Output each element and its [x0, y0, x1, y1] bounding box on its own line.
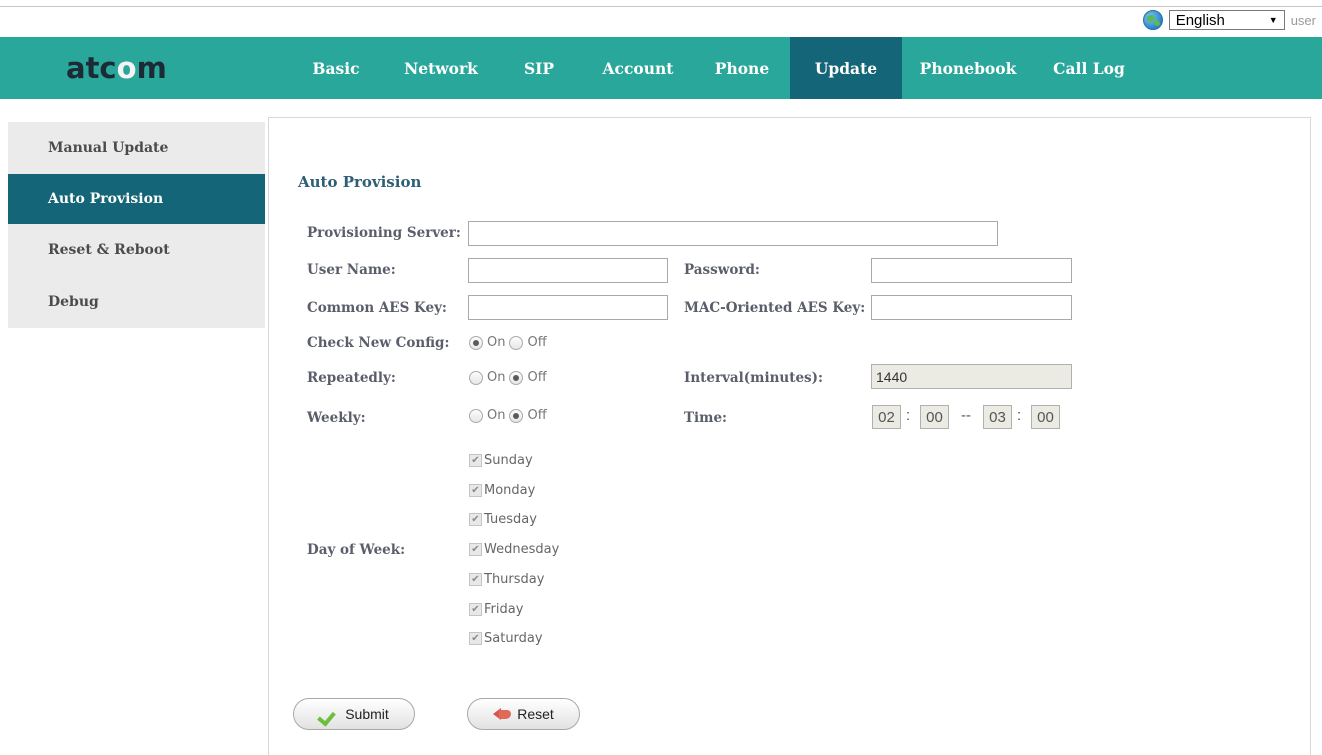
- language-bar: English ▼ user: [1142, 9, 1316, 31]
- repeatedly-off-label: Off: [527, 370, 547, 385]
- thursday-checkbox[interactable]: ✔: [469, 573, 482, 586]
- weekly-on-radio[interactable]: [469, 408, 483, 423]
- repeatedly-on-label: On: [487, 370, 506, 385]
- monday-checkbox[interactable]: ✔: [469, 484, 482, 497]
- sidebar: Manual Update Auto Provision Reset & Reb…: [8, 122, 265, 328]
- day-thursday: ✔ Thursday: [469, 572, 544, 587]
- language-select[interactable]: English ▼: [1168, 10, 1285, 30]
- interval-input[interactable]: [871, 364, 1072, 389]
- nav-network[interactable]: Network: [386, 37, 496, 99]
- day-tuesday: ✔ Tuesday: [469, 512, 537, 527]
- submit-button[interactable]: Submit: [293, 698, 415, 730]
- language-select-value: English: [1175, 11, 1225, 29]
- day-of-week-label: Day of Week:: [307, 542, 406, 558]
- check-new-config-radio-group: On Off: [469, 335, 547, 350]
- main-nav: Basic Network SIP Account Phone Update P…: [286, 37, 1144, 99]
- nav-call-log[interactable]: Call Log: [1034, 37, 1144, 99]
- check-new-config-off-radio[interactable]: [509, 335, 524, 350]
- time-colon-1: :: [906, 407, 911, 424]
- check-new-config-on-radio[interactable]: [469, 335, 483, 350]
- password-input[interactable]: [871, 258, 1072, 283]
- common-aes-key-input[interactable]: [468, 295, 668, 320]
- common-aes-key-label: Common AES Key:: [307, 300, 447, 316]
- time-label: Time:: [684, 410, 728, 426]
- wednesday-checkbox[interactable]: ✔: [469, 543, 482, 556]
- reset-button-label: Reset: [517, 706, 554, 722]
- weekly-on-label: On: [487, 408, 506, 423]
- day-sunday: ✔ Sunday: [469, 453, 533, 468]
- repeatedly-label: Repeatedly:: [307, 370, 396, 386]
- undo-arrow-icon: [493, 706, 512, 722]
- interval-label: Interval(minutes):: [684, 370, 824, 386]
- mac-aes-key-label: MAC-Oriented AES Key:: [684, 300, 866, 316]
- repeatedly-off-radio[interactable]: [509, 370, 524, 385]
- user-name-label: User Name:: [307, 262, 396, 278]
- nav-phonebook[interactable]: Phonebook: [902, 37, 1034, 99]
- check-new-config-on-label: On: [487, 335, 506, 350]
- sunday-checkbox[interactable]: ✔: [469, 454, 482, 467]
- sidebar-item-debug[interactable]: Debug: [8, 276, 265, 328]
- friday-checkbox[interactable]: ✔: [469, 603, 482, 616]
- mac-aes-key-input[interactable]: [871, 295, 1072, 320]
- day-saturday: ✔ Saturday: [469, 631, 543, 646]
- chevron-down-icon: ▼: [1268, 15, 1278, 25]
- globe-icon: [1142, 10, 1163, 30]
- password-label: Password:: [684, 262, 760, 278]
- sidebar-item-manual-update[interactable]: Manual Update: [8, 122, 265, 174]
- provisioning-server-label: Provisioning Server:: [307, 225, 461, 241]
- content-panel: [268, 117, 1311, 755]
- reset-button[interactable]: Reset: [467, 698, 580, 730]
- submit-button-label: Submit: [345, 706, 389, 722]
- top-divider: [0, 6, 1322, 7]
- start-hour-field[interactable]: 02: [872, 405, 901, 429]
- sidebar-item-auto-provision[interactable]: Auto Provision: [8, 174, 265, 224]
- check-new-config-label: Check New Config:: [307, 335, 450, 351]
- logo: atcom: [66, 51, 167, 85]
- day-friday: ✔ Friday: [469, 602, 523, 617]
- nav-phone[interactable]: Phone: [694, 37, 790, 99]
- repeatedly-on-radio[interactable]: [469, 370, 483, 385]
- end-minute-field[interactable]: 00: [1031, 405, 1060, 429]
- repeatedly-radio-group: On Off: [469, 370, 547, 385]
- nav-update[interactable]: Update: [790, 37, 902, 99]
- time-colon-2: :: [1017, 407, 1022, 424]
- tuesday-checkbox[interactable]: ✔: [469, 513, 482, 526]
- weekly-off-label: Off: [527, 408, 547, 423]
- weekly-label: Weekly:: [307, 410, 366, 426]
- sidebar-item-reset-reboot[interactable]: Reset & Reboot: [8, 224, 265, 276]
- end-hour-field[interactable]: 03: [983, 405, 1012, 429]
- nav-account[interactable]: Account: [582, 37, 694, 99]
- check-new-config-off-label: Off: [527, 335, 547, 350]
- nav-basic[interactable]: Basic: [286, 37, 386, 99]
- weekly-radio-group: On Off: [469, 408, 547, 423]
- start-minute-field[interactable]: 00: [920, 405, 949, 429]
- time-dash: --: [961, 407, 971, 424]
- day-monday: ✔ Monday: [469, 483, 535, 498]
- user-label: user: [1290, 12, 1316, 28]
- checkmark-icon: [319, 706, 339, 722]
- day-wednesday: ✔ Wednesday: [469, 542, 559, 557]
- provisioning-server-input[interactable]: [468, 221, 998, 246]
- weekly-off-radio[interactable]: [509, 408, 524, 423]
- page-title: Auto Provision: [298, 173, 422, 191]
- saturday-checkbox[interactable]: ✔: [469, 632, 482, 645]
- top-header: atcom Basic Network SIP Account Phone Up…: [0, 37, 1322, 99]
- user-name-input[interactable]: [468, 258, 668, 283]
- nav-sip[interactable]: SIP: [496, 37, 582, 99]
